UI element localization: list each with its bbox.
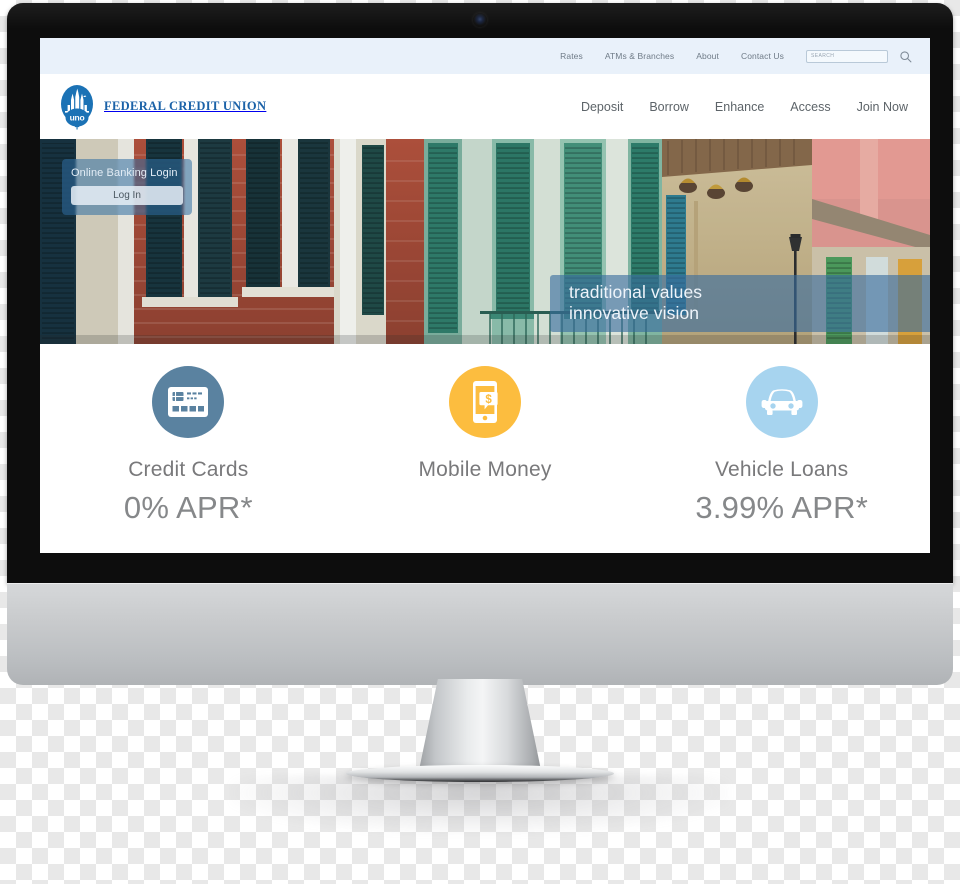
nav-link-borrow[interactable]: Borrow — [649, 100, 689, 114]
utility-nav: Rates ATMs & Branches About Contact Us — [40, 38, 930, 74]
utility-link-atms-branches[interactable]: ATMs & Branches — [605, 51, 674, 61]
utility-link-rates[interactable]: Rates — [560, 51, 583, 61]
search-input[interactable] — [806, 49, 888, 63]
feature-label: Vehicle Loans — [714, 458, 849, 481]
svg-text:$: $ — [485, 394, 492, 406]
uno-cathedral-logo-icon: uno — [58, 84, 96, 130]
monitor-chin — [7, 583, 953, 685]
svg-text:uno: uno — [70, 112, 85, 122]
main-nav: Deposit Borrow Enhance Access Join Now — [581, 100, 908, 114]
login-title: Online Banking Login — [71, 167, 178, 179]
nav-link-enhance[interactable]: Enhance — [715, 100, 764, 114]
nav-link-deposit[interactable]: Deposit — [581, 100, 623, 114]
search-icon[interactable] — [898, 49, 912, 63]
online-banking-login-box: Online Banking Login Log In — [62, 159, 192, 215]
header-brand-bar: uno FEDERAL CREDIT UNION Deposit Borrow — [40, 74, 930, 139]
tagline-line-1: traditional values — [569, 282, 703, 302]
nav-link-access[interactable]: Access — [790, 100, 830, 114]
feature-label: Mobile Money — [418, 458, 552, 481]
monitor-stand-neck — [418, 679, 542, 775]
log-in-button[interactable]: Log In — [71, 186, 183, 205]
monitor-bezel: Rates ATMs & Branches About Contact Us S… — [7, 3, 953, 583]
feature-row: Credit Cards 0% APR* $ Mobile Money Vehi… — [40, 344, 930, 553]
feature-label: Credit Cards — [128, 458, 249, 481]
mobile-payment-icon: $ — [449, 366, 521, 438]
nav-link-join-now[interactable]: Join Now — [857, 100, 908, 114]
browser-screen: Rates ATMs & Branches About Contact Us S… — [40, 38, 930, 553]
logo-link[interactable]: uno FEDERAL CREDIT UNION — [58, 84, 266, 130]
feature-rate: 0% APR* — [123, 490, 253, 525]
feature-credit-cards[interactable]: Credit Cards 0% APR* — [40, 366, 337, 553]
feature-rate: 3.99% APR* — [695, 490, 868, 525]
feature-vehicle-loans[interactable]: Vehicle Loans 3.99% APR* — [633, 366, 930, 553]
hero-banner: Online Banking Login Log In traditional … — [40, 139, 930, 344]
credit-card-icon — [152, 366, 225, 438]
imac-mockup: Rates ATMs & Branches About Contact Us S… — [7, 3, 953, 835]
feature-rate — [337, 490, 634, 524]
tagline-line-2: innovative vision — [569, 302, 700, 323]
webcam-icon — [473, 13, 487, 27]
brand-name: FEDERAL CREDIT UNION — [104, 99, 267, 113]
monitor-shadow — [230, 775, 730, 835]
search-group — [806, 49, 912, 63]
hero-tagline: traditional values innovative vision — [550, 275, 930, 333]
utility-link-about[interactable]: About — [696, 51, 719, 61]
feature-mobile-money[interactable]: $ Mobile Money — [337, 366, 634, 553]
utility-link-contact-us[interactable]: Contact Us — [741, 51, 784, 61]
car-icon — [745, 366, 818, 438]
